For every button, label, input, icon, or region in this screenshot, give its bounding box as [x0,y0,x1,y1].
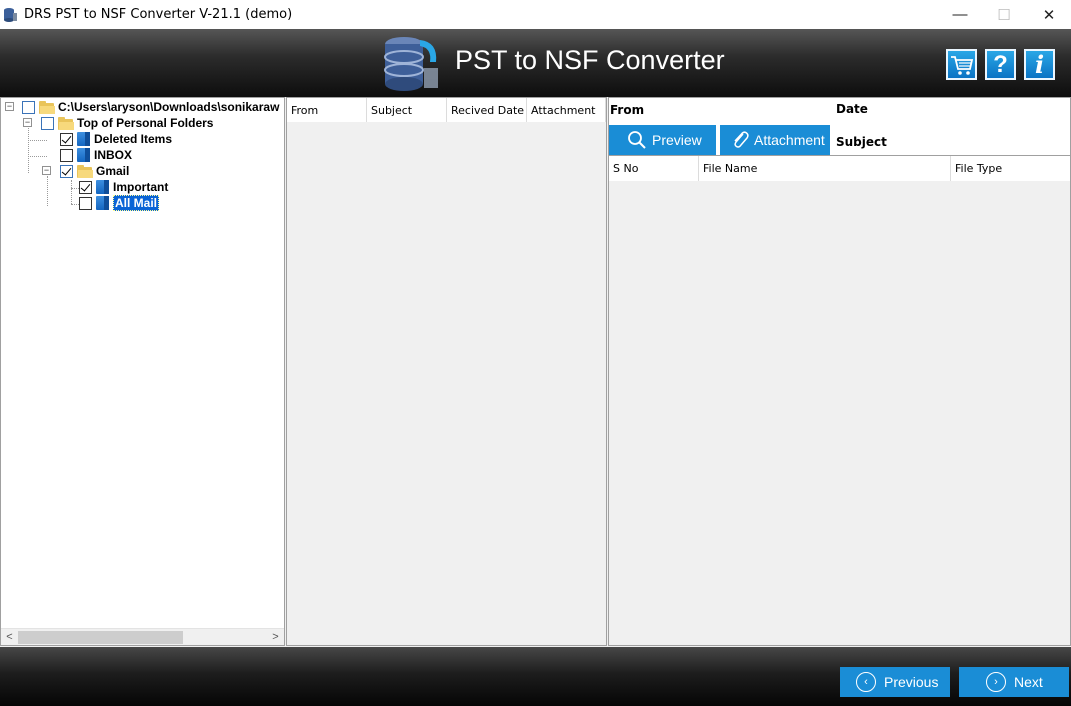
header-banner: PST to NSF Converter ? i [0,29,1071,97]
database-logo-icon [384,37,438,91]
tree-checkbox[interactable] [79,180,92,194]
tree-node-gmail[interactable]: Gmail [60,163,129,179]
tree-checkbox[interactable] [60,132,73,146]
tree-node-important[interactable]: Important [79,179,168,195]
cart-icon [950,55,973,75]
tree-node-label: Deleted Items [94,132,173,146]
mail-list-header: From Subject Recived Date Attachment [287,98,606,122]
tree-node-label: All Mail [113,195,160,211]
minimize-button[interactable]: — [937,0,983,29]
folder-open-icon [39,100,55,114]
tree-node-inbox[interactable]: INBOX [60,147,132,163]
window-title: DRS PST to NSF Converter V-21.1 (demo) [24,7,293,22]
column-header-file-type[interactable]: File Type [951,156,1070,181]
column-header-from[interactable]: From [287,98,367,122]
magnifier-icon [628,131,646,149]
maximize-button[interactable]: ☐ [981,0,1027,29]
tree-node-label: Top of Personal Folders [77,116,214,130]
column-header-attachment[interactable]: Attachment [527,98,606,122]
tree-node-label: INBOX [94,148,133,162]
app-window: DRS PST to NSF Converter V-21.1 (demo) —… [0,0,1071,706]
tree-connector [28,140,47,141]
tree-node-top-of-personal-folders[interactable]: Top of Personal Folders [41,115,213,131]
paperclip-icon [734,131,749,148]
scroll-right-arrow-icon[interactable]: > [267,629,284,646]
help-button[interactable]: ? [985,49,1016,80]
attachment-button-label: Attachment [754,132,825,148]
column-header-s-no[interactable]: S No [609,156,699,181]
subject-label: Subject [836,135,887,149]
from-label: From [610,103,645,117]
tree-connector [28,128,29,173]
next-button-label: Next [1014,674,1043,690]
collapse-toggle[interactable]: − [5,102,14,111]
mailbox-icon [77,148,90,162]
tree-horizontal-scrollbar[interactable]: < > [1,628,284,645]
tree-connector [71,180,72,204]
column-header-file-name[interactable]: File Name [699,156,951,181]
tree-node-deleted-items[interactable]: Deleted Items [60,131,172,147]
scroll-left-arrow-icon[interactable]: < [1,629,18,646]
tree-connector [28,156,47,157]
tree-node-label: Gmail [96,164,130,178]
attachment-grid-header: S No File Name File Type [609,155,1070,181]
app-icon [4,7,17,22]
previous-button-label: Previous [884,674,939,690]
next-button[interactable]: › Next [959,667,1069,697]
tree-connector [47,176,48,206]
tree-node-root[interactable]: C:\Users\aryson\Downloads\sonikaraw [22,99,279,115]
tree-node-label: Important [113,180,169,194]
info-button[interactable]: i [1024,49,1055,80]
scrollbar-thumb[interactable] [18,631,183,644]
column-header-received-date[interactable]: Recived Date [447,98,527,122]
column-header-subject[interactable]: Subject [367,98,447,122]
mailbox-icon [77,132,90,146]
tree-checkbox[interactable] [79,196,92,210]
preview-button[interactable]: Preview [609,125,716,155]
date-label: Date [836,102,868,116]
preview-button-label: Preview [652,132,702,148]
folder-tree-panel[interactable]: − C:\Users\aryson\Downloads\sonikaraw − … [0,97,285,646]
previous-button[interactable]: ‹ Previous [840,667,950,697]
mailbox-icon [96,180,109,194]
buy-button[interactable] [946,49,977,80]
footer-bar: ‹ Previous › Next [0,647,1071,706]
tree-checkbox[interactable] [22,100,35,114]
tree-checkbox[interactable] [60,164,73,178]
mail-info-area: From Date Subject Preview Attachment [609,98,1070,155]
tree-node-all-mail[interactable]: All Mail [79,195,160,211]
collapse-toggle[interactable]: − [23,118,32,127]
chevron-left-icon: ‹ [856,672,876,692]
mail-list-panel[interactable]: From Subject Recived Date Attachment [286,97,607,646]
attachment-button[interactable]: Attachment [720,125,830,155]
help-icon: ? [993,50,1008,78]
collapse-toggle[interactable]: − [42,166,51,175]
mail-detail-panel: From Date Subject Preview Attachment S N… [608,97,1071,646]
mailbox-icon [96,196,109,210]
folder-open-icon [77,164,93,178]
chevron-right-icon: › [986,672,1006,692]
folder-open-icon [58,116,74,130]
app-title: PST to NSF Converter [455,45,725,75]
close-button[interactable]: ✕ [1026,0,1071,29]
title-bar: DRS PST to NSF Converter V-21.1 (demo) —… [0,0,1071,29]
tree-checkbox[interactable] [60,148,73,162]
info-icon: i [1034,50,1045,79]
tree-node-label: C:\Users\aryson\Downloads\sonikaraw [58,100,280,114]
tree-checkbox[interactable] [41,116,54,130]
